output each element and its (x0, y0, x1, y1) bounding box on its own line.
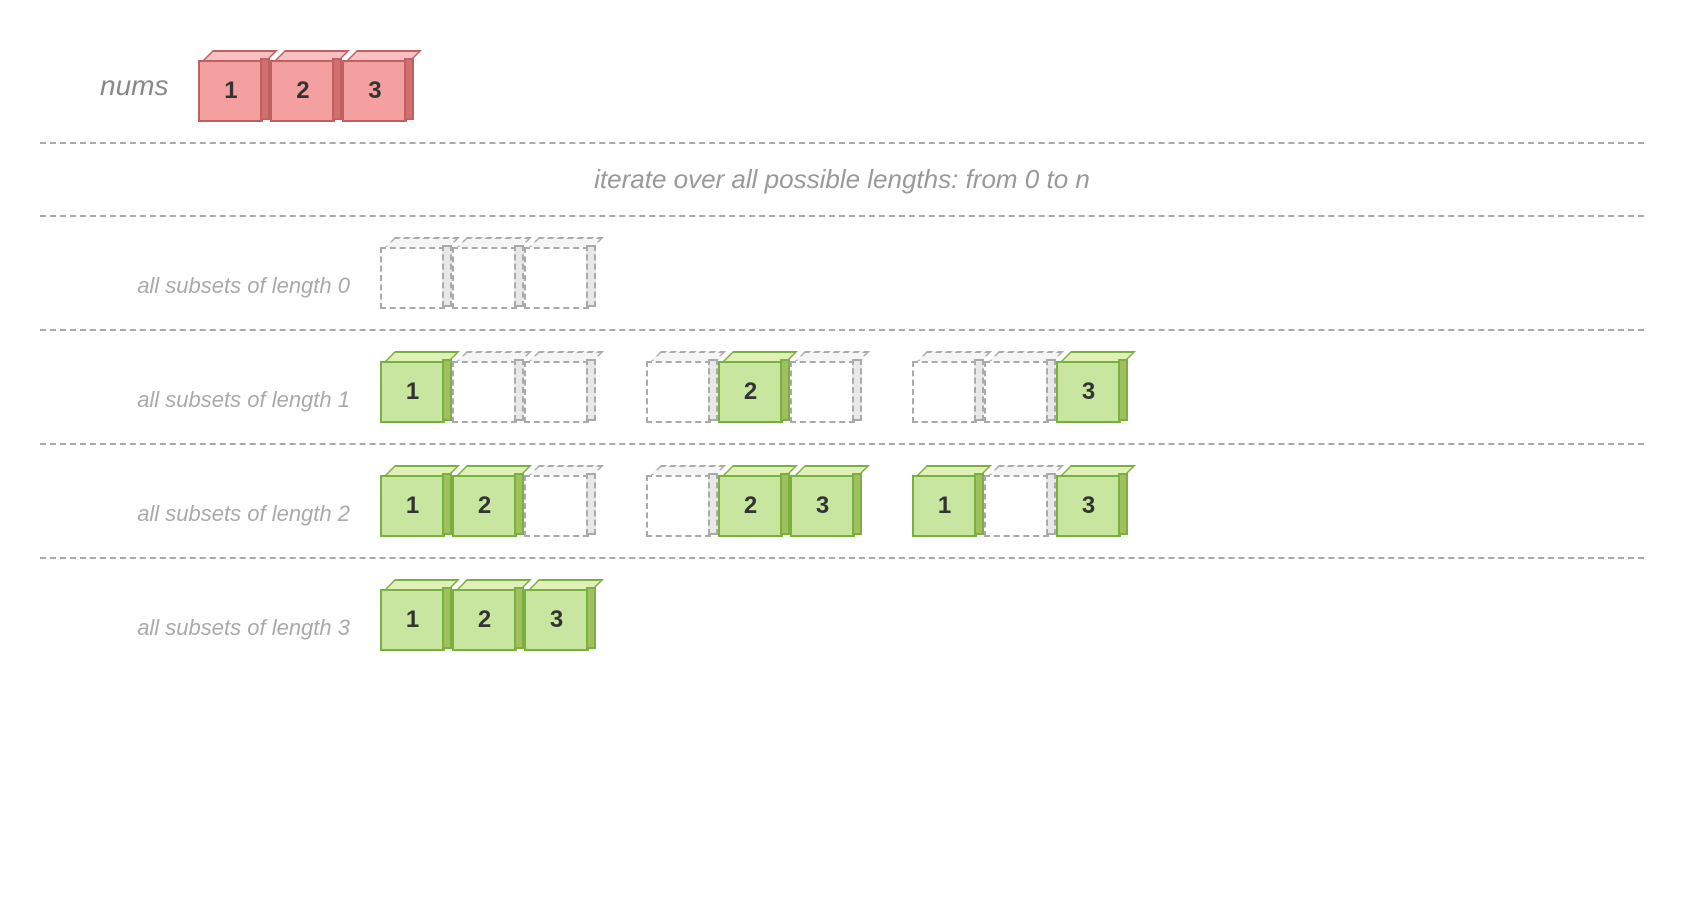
cell-green: 3 (1056, 351, 1128, 423)
subsets-row-length3: 123 (380, 579, 596, 651)
cell-dashed (984, 351, 1056, 423)
section-label-length1: all subsets of length 1 (40, 387, 380, 423)
subset-length1-2: 3 (912, 351, 1128, 423)
cell-green: 1 (912, 465, 984, 537)
cell-dashed (790, 351, 862, 423)
cell-green: 3 (524, 579, 596, 651)
section-content: all subsets of length 11 2 3 (40, 351, 1644, 423)
subset-length2-0: 12 (380, 465, 596, 537)
section-label-length3: all subsets of length 3 (40, 615, 380, 651)
sections-container: all subsets of length 0 all subsets of le… (40, 215, 1644, 671)
subset-length3-0: 123 (380, 579, 596, 651)
cell-dashed (646, 351, 718, 423)
subset-length2-2: 13 (912, 465, 1128, 537)
cell-green: 1 (380, 465, 452, 537)
iterate-text: iterate over all possible lengths: from … (40, 144, 1644, 215)
cell-pink: 2 (270, 50, 342, 122)
cell-dashed (984, 465, 1056, 537)
subsets-row-length2: 122313 (380, 465, 1128, 537)
cell-green: 2 (718, 465, 790, 537)
cell-dashed (452, 351, 524, 423)
cell-dashed (524, 351, 596, 423)
nums-array: 123 (198, 50, 414, 122)
cell-dashed (524, 237, 596, 309)
nums-label: nums (100, 70, 168, 102)
section-content: all subsets of length 0 (40, 237, 1644, 309)
subset-length1-1: 2 (646, 351, 862, 423)
cell-green: 3 (790, 465, 862, 537)
cell-dashed (452, 237, 524, 309)
cell-dashed (380, 237, 452, 309)
section-length0: all subsets of length 0 (40, 217, 1644, 329)
section-length3: all subsets of length 3123 (40, 559, 1644, 671)
section-length1: all subsets of length 11 2 3 (40, 331, 1644, 443)
cell-pink: 1 (198, 50, 270, 122)
subset-length0-0 (380, 237, 596, 309)
subset-length2-1: 23 (646, 465, 862, 537)
cell-green: 3 (1056, 465, 1128, 537)
cell-green: 1 (380, 579, 452, 651)
subsets-row-length0 (380, 237, 596, 309)
section-length2: all subsets of length 2122313 (40, 445, 1644, 557)
cell-pink: 3 (342, 50, 414, 122)
subset-length1-0: 1 (380, 351, 596, 423)
top-section: nums 123 (40, 30, 1644, 142)
section-label-length2: all subsets of length 2 (40, 501, 380, 537)
subsets-row-length1: 1 2 3 (380, 351, 1128, 423)
section-content: all subsets of length 3123 (40, 579, 1644, 651)
cell-dashed (912, 351, 984, 423)
page: nums 123 iterate over all possible lengt… (0, 0, 1684, 898)
cell-dashed (524, 465, 596, 537)
cell-green: 2 (452, 465, 524, 537)
cell-green: 1 (380, 351, 452, 423)
cell-dashed (646, 465, 718, 537)
cell-green: 2 (718, 351, 790, 423)
section-label-length0: all subsets of length 0 (40, 273, 380, 309)
cell-green: 2 (452, 579, 524, 651)
section-content: all subsets of length 2122313 (40, 465, 1644, 537)
